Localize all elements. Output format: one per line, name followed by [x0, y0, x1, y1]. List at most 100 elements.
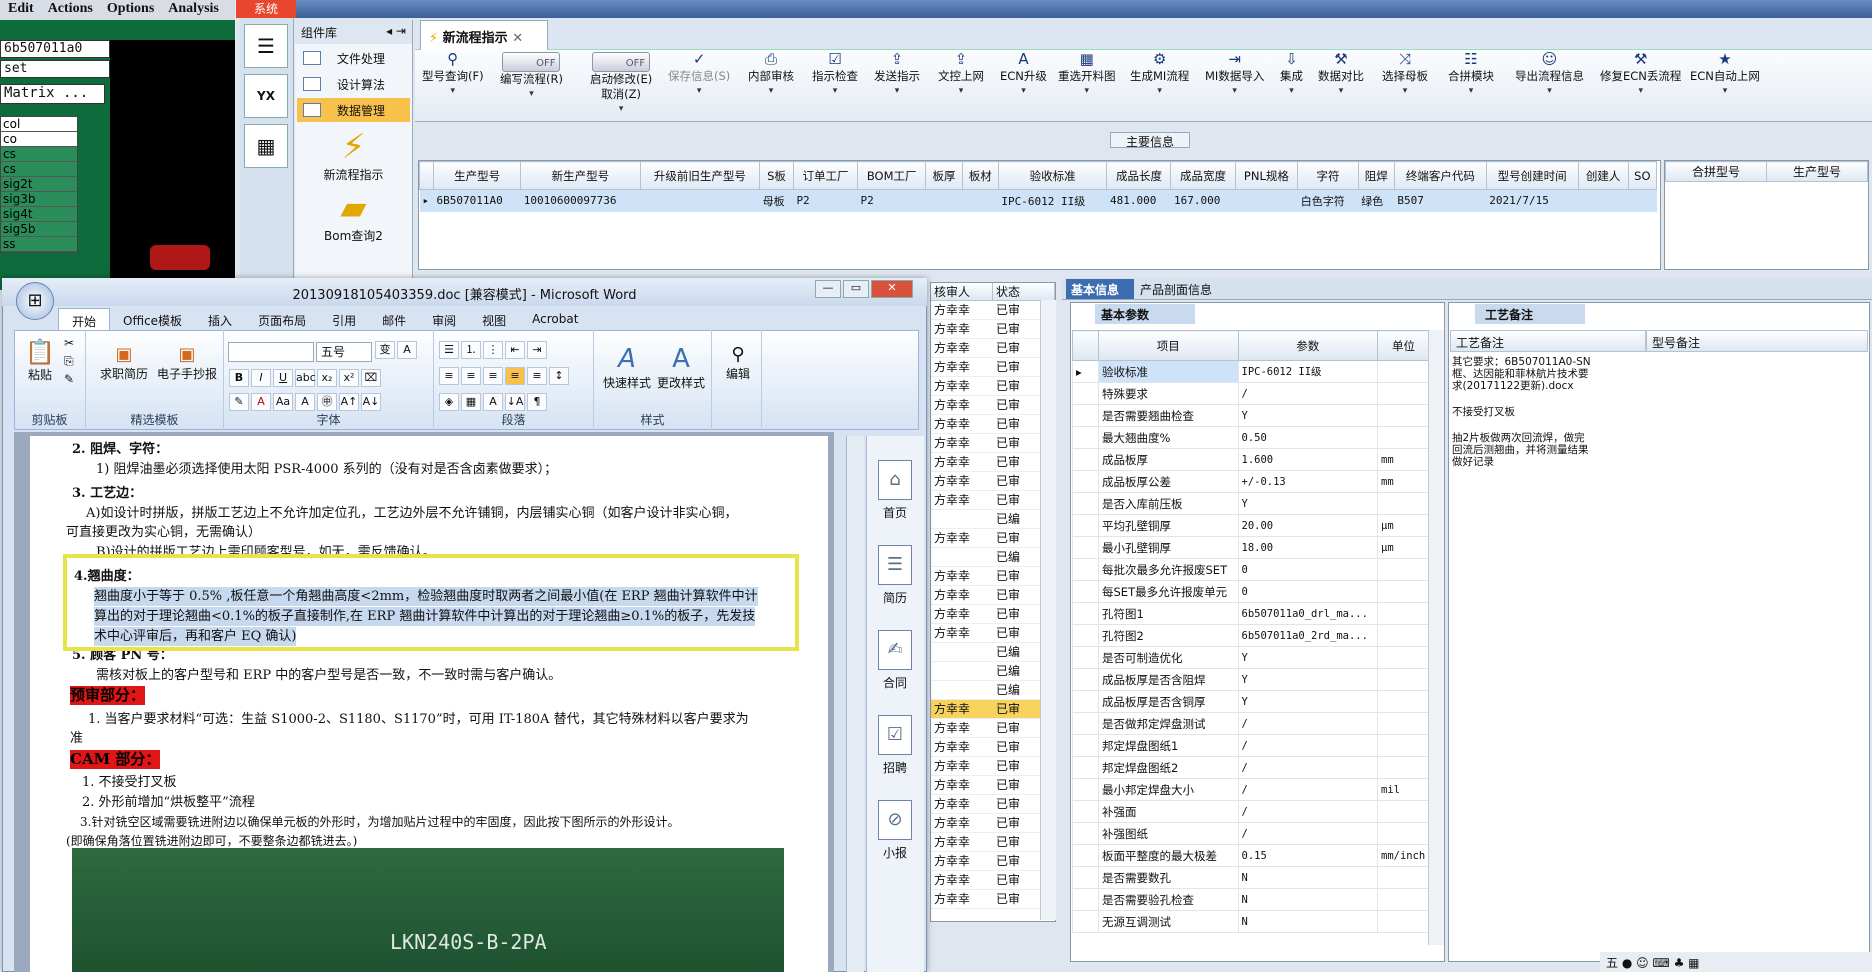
basic-params-header[interactable]: 基本参数: [1095, 304, 1195, 324]
doc-line[interactable]: 可直接更改为实心铜，无需确认）: [66, 523, 261, 542]
toolbar-button[interactable]: A ECN升级 ▾: [1000, 52, 1047, 99]
doc-line[interactable]: 1. 不接受打叉板: [82, 773, 177, 792]
nav-data-management[interactable]: 数据管理: [297, 98, 410, 122]
decrease-indent-icon[interactable]: ⇤: [505, 341, 525, 359]
table-row[interactable]: 板面平整度的最大极差 0.15 mm/inch: [1072, 844, 1430, 867]
list-item[interactable]: 方幸幸 已审: [931, 358, 1055, 377]
resume-template-button[interactable]: ▣ 求职简历: [96, 344, 152, 382]
increase-indent-icon[interactable]: ⇥: [527, 341, 547, 359]
table-row[interactable]: 成品板厚 1.600 mm: [1072, 448, 1430, 471]
table-row[interactable]: 是否需要验孔检查 N: [1072, 888, 1430, 911]
sidebar-template-item[interactable]: ✍ 合同: [866, 630, 924, 691]
param-value[interactable]: N: [1237, 888, 1378, 911]
doc-line[interactable]: 2. 外形前增加“烘板整平”流程: [82, 793, 255, 812]
layer-item[interactable]: cs: [1, 162, 77, 177]
table-row[interactable]: 孔符图2 6b507011a0_2rd_ma...: [1072, 624, 1430, 647]
param-name[interactable]: 最小孔壁铜厚: [1098, 536, 1239, 559]
table-cell[interactable]: [1235, 189, 1298, 212]
param-value[interactable]: /: [1237, 800, 1378, 823]
column-header[interactable]: 创建人: [1577, 161, 1629, 190]
sort-icon[interactable]: ↓A: [505, 393, 525, 411]
doc-line[interactable]: CAM 部分：: [70, 750, 161, 769]
dropdown-icon[interactable]: ▾: [1130, 84, 1189, 99]
status-col-header[interactable]: 状态: [993, 283, 1055, 300]
column-header[interactable]: 阻焊: [1357, 161, 1395, 190]
list-item[interactable]: 方幸幸 已审: [931, 377, 1055, 396]
doc-line[interactable]: A)如设计时拼版，拼版工艺边上不允许加定位孔，工艺边外层不允许铺铜，内层铺实心铜…: [86, 504, 737, 523]
dropdown-icon[interactable]: ▾: [668, 84, 730, 99]
shrink-font-icon[interactable]: A↓: [361, 393, 381, 411]
table-cell[interactable]: [925, 189, 963, 212]
highlight-icon[interactable]: ✎: [229, 393, 249, 411]
table-row[interactable]: 每SET最多允许报废单元 0: [1072, 580, 1430, 603]
dropdown-icon[interactable]: ▾: [1600, 84, 1681, 99]
close-icon[interactable]: ✕: [871, 280, 913, 298]
toolbar-button[interactable]: ✓ 保存信息(S) ▾: [668, 52, 730, 99]
column-header[interactable]: SO: [1627, 161, 1658, 190]
table-cell[interactable]: [1578, 189, 1629, 212]
bullets-icon[interactable]: ☰: [439, 341, 459, 359]
copy-icon[interactable]: ⎘: [64, 354, 74, 369]
params-table[interactable]: 项目 参数 单位 ▸ 验收标准 IPC-6012 II级 特殊要求 / 是否需要翘曲检查 Y 最大…: [1072, 330, 1432, 933]
param-name[interactable]: 成品板厚公差: [1098, 470, 1239, 493]
close-icon[interactable]: ✕: [512, 31, 523, 46]
doc-line[interactable]: 1) 阻焊油墨必须选择使用太阳 PSR-4000 系列的（没有对是否含卤素做要求…: [96, 460, 557, 479]
param-name[interactable]: 补强面: [1098, 800, 1239, 823]
dropdown-icon[interactable]: ▾: [1318, 84, 1364, 99]
distribute-icon[interactable]: ≡: [527, 367, 547, 385]
menu-icon[interactable]: ☰: [244, 24, 288, 68]
param-unit[interactable]: [1377, 624, 1430, 647]
param-name[interactable]: 孔符图2: [1098, 624, 1239, 647]
font-size-select[interactable]: 五号: [316, 342, 372, 362]
numbering-icon[interactable]: ⒈: [461, 341, 481, 359]
param-unit[interactable]: [1377, 426, 1430, 449]
param-value[interactable]: Y: [1237, 404, 1378, 427]
toolbar-button[interactable]: OFF 编写流程(R) ▾: [500, 52, 563, 102]
align-center-icon[interactable]: ≡: [461, 367, 481, 385]
param-value[interactable]: /: [1237, 822, 1378, 845]
param-unit[interactable]: [1377, 822, 1430, 845]
table-row[interactable]: 最小邦定焊盘大小 / mil: [1072, 778, 1430, 801]
toolbar-button[interactable]: ⎙ 内部审核 ▾: [748, 52, 794, 99]
table-row[interactable]: 是否需要数孔 N: [1072, 866, 1430, 889]
table-cell[interactable]: IPC-6012 II级: [998, 189, 1107, 212]
params-scrollbar[interactable]: [1428, 330, 1444, 945]
font-color-icon[interactable]: A: [251, 393, 271, 411]
table-row[interactable]: 孔符图1 6b507011a0_drl_ma...: [1072, 602, 1430, 625]
list-item[interactable]: 已编: [931, 662, 1055, 681]
param-value[interactable]: /: [1237, 734, 1378, 757]
param-name[interactable]: 板面平整度的最大极差: [1098, 844, 1239, 867]
reviewer-list[interactable]: 核审人 状态 方幸幸 已审 方幸幸 已审 方幸幸 已审 方幸幸 已审 方幸幸 已审 方幸幸 已审 方幸幸已…: [930, 282, 1056, 922]
superscript-icon[interactable]: x²: [339, 369, 359, 387]
param-value[interactable]: +/-0.13: [1237, 470, 1378, 493]
param-value[interactable]: Y: [1237, 690, 1378, 713]
italic-icon[interactable]: I: [251, 369, 271, 387]
toolbar-button[interactable]: ⇥ MI数据导入 ▾: [1205, 52, 1264, 99]
list-item[interactable]: 已编: [931, 548, 1055, 567]
dropdown-icon[interactable]: ▾: [500, 87, 563, 102]
sidebar-template-item[interactable]: ⌂ 首页: [866, 460, 924, 521]
main-info-grid[interactable]: 生产型号 新生产型号 升级前旧生产型号 S板 订单工厂 BOM工厂 板厚 板材 验收标准 成品长度…: [418, 160, 1661, 270]
param-name[interactable]: 是否需要翘曲检查: [1098, 404, 1239, 427]
edit-button[interactable]: ⚲ 编辑: [720, 344, 756, 382]
param-name[interactable]: 是否入库前压板: [1098, 492, 1239, 515]
font-name-select[interactable]: [228, 342, 314, 362]
maximize-icon[interactable]: ▭: [843, 280, 869, 298]
reviewer-scrollbar[interactable]: [1040, 300, 1056, 920]
list-item[interactable]: 方幸幸 已审: [931, 738, 1055, 757]
param-name[interactable]: 最大翘曲度%: [1098, 426, 1239, 449]
param-name[interactable]: 每批次最多允许报废SET: [1098, 558, 1239, 581]
table-row[interactable]: 邦定焊盘图纸1/: [1072, 734, 1430, 757]
enclose-char-icon[interactable]: ㊥: [317, 393, 337, 411]
table-cell[interactable]: [640, 189, 760, 212]
column-header[interactable]: S板: [759, 161, 794, 190]
param-name[interactable]: 成品板厚是否含阻焊: [1098, 668, 1239, 691]
table-cell[interactable]: P2: [793, 189, 858, 212]
list-item[interactable]: 方幸幸 已审: [931, 852, 1055, 871]
param-value[interactable]: 0: [1237, 558, 1378, 581]
param-unit[interactable]: mm: [1377, 470, 1430, 493]
toolbar-button[interactable]: ⇩ 集成 ▾: [1280, 52, 1303, 99]
param-name[interactable]: 平均孔壁铜厚: [1098, 514, 1239, 537]
list-item[interactable]: 方幸幸 已审: [931, 700, 1055, 719]
layer-item[interactable]: sig5b: [1, 222, 77, 237]
